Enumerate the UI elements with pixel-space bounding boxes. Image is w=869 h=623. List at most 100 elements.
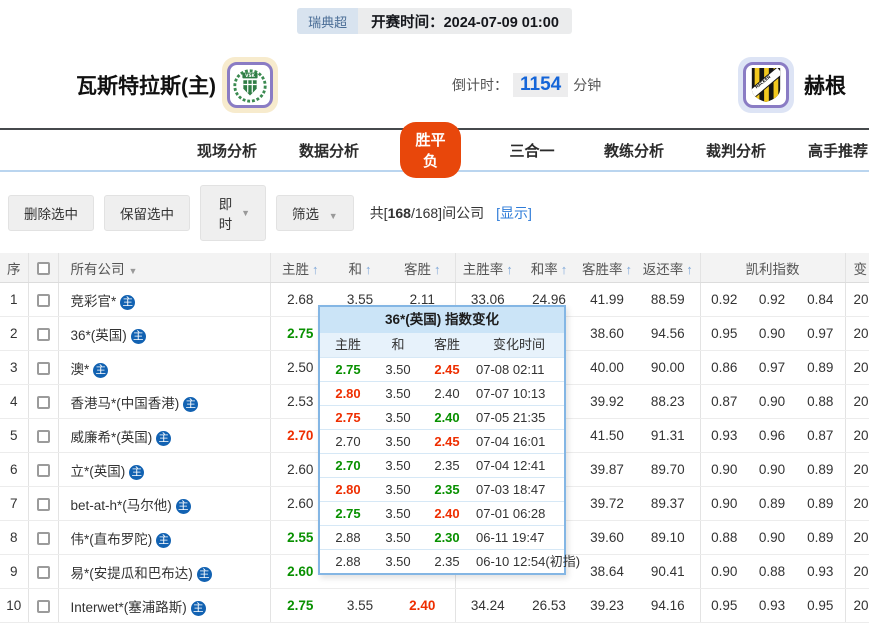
away-team-logo: HACKEN	[738, 57, 794, 113]
draw-odds[interactable]: 3.55	[330, 589, 390, 623]
company-name[interactable]: 澳*主	[58, 351, 270, 385]
return-rate: 89.70	[636, 453, 700, 487]
row-checkbox[interactable]	[37, 328, 50, 341]
col-away-odds[interactable]: 客胜↑	[390, 253, 455, 283]
row-checkbox-cell	[28, 317, 58, 351]
kelly-draw: 0.90	[748, 385, 796, 419]
company-name[interactable]: bet-at-h*(马尔他)主	[58, 487, 270, 521]
kelly-home: 0.87	[700, 385, 748, 419]
row-index: 5	[0, 419, 28, 453]
row-checkbox[interactable]	[37, 566, 50, 579]
popup-away-odds: 2.35	[420, 550, 474, 573]
popup-row: 2.70 3.50 2.35 07-04 12:41	[320, 453, 564, 477]
change-time: 20	[845, 351, 869, 385]
countdown-unit: 分钟	[573, 75, 601, 95]
row-checkbox[interactable]	[37, 362, 50, 375]
show-link[interactable]: [显示]	[496, 203, 532, 223]
row-checkbox[interactable]	[37, 600, 50, 613]
kelly-home: 0.88	[700, 521, 748, 555]
tab-data[interactable]: 数据分析	[298, 140, 360, 161]
row-checkbox[interactable]	[37, 532, 50, 545]
draw-rate: 26.53	[520, 589, 578, 623]
company-name[interactable]: 香港马*(中国香港)主	[58, 385, 270, 419]
row-index: 7	[0, 487, 28, 521]
company-count-shown: 168	[388, 205, 411, 221]
company-name[interactable]: 立*(英国)主	[58, 453, 270, 487]
away-win-rate: 38.60	[578, 317, 636, 351]
popup-col-time: 变化时间	[474, 333, 564, 357]
company-name[interactable]: Interwet*(塞浦路斯)主	[58, 589, 270, 623]
col-home-rate[interactable]: 主胜率↑	[455, 253, 520, 283]
col-away-rate[interactable]: 客胜率↑	[578, 253, 636, 283]
select-all-checkbox[interactable]	[37, 262, 50, 275]
keep-selected-button[interactable]: 保留选中	[104, 195, 190, 231]
filter-dropdown[interactable]: 筛选 ▼	[276, 195, 354, 231]
countdown: 倒计时： 1154 分钟	[452, 73, 601, 97]
company-name[interactable]: 36*(英国)主	[58, 317, 270, 351]
popup-draw-odds: 3.50	[376, 478, 420, 501]
popup-row: 2.75 3.50 2.45 07-08 02:11	[320, 357, 564, 381]
kelly-draw: 0.88	[748, 555, 796, 589]
row-checkbox[interactable]	[37, 464, 50, 477]
kelly-away: 0.93	[796, 555, 845, 589]
away-crest-icon: HACKEN	[749, 66, 783, 104]
tab-live[interactable]: 现场分析	[196, 140, 258, 161]
popup-home-odds: 2.70	[320, 430, 376, 453]
odds-change-popup: 36*(英国) 指数变化 主胜 和 客胜 变化时间 2.75 3.50 2.45…	[318, 305, 566, 575]
away-odds[interactable]: 2.40	[390, 589, 455, 623]
popup-home-odds: 2.88	[320, 526, 376, 549]
kelly-away: 0.84	[796, 283, 845, 317]
company-name[interactable]: 伟*(直布罗陀)主	[58, 521, 270, 555]
row-checkbox[interactable]	[37, 430, 50, 443]
row-checkbox-cell	[28, 589, 58, 623]
tab-referee[interactable]: 裁判分析	[705, 140, 767, 161]
row-index: 9	[0, 555, 28, 589]
kickoff-time: 开赛时间：2024-07-09 01:00	[358, 8, 572, 34]
row-checkbox[interactable]	[37, 396, 50, 409]
col-home-odds[interactable]: 主胜↑	[270, 253, 330, 283]
tab-expert[interactable]: 高手推荐	[807, 140, 869, 161]
col-seq: 序	[0, 253, 28, 283]
kelly-away: 0.89	[796, 453, 845, 487]
home-badge-icon: 主	[120, 295, 135, 310]
kelly-home: 0.95	[700, 589, 748, 623]
home-badge-icon: 主	[129, 465, 144, 480]
popup-draw-odds: 3.50	[376, 550, 420, 573]
away-win-rate: 39.87	[578, 453, 636, 487]
away-win-rate: 38.64	[578, 555, 636, 589]
popup-col-draw: 和	[376, 333, 420, 357]
kelly-home: 0.93	[700, 419, 748, 453]
kelly-home: 0.95	[700, 317, 748, 351]
col-company[interactable]: 所有公司▼	[58, 253, 270, 283]
popup-change-time: 07-04 16:01	[474, 430, 564, 453]
company-name[interactable]: 威廉希*(英国)主	[58, 419, 270, 453]
col-return-rate[interactable]: 返还率↑	[636, 253, 700, 283]
col-draw-rate[interactable]: 和率↑	[520, 253, 578, 283]
tab-coach[interactable]: 教练分析	[603, 140, 665, 161]
sort-asc-icon: ↑	[686, 262, 693, 277]
return-rate: 94.56	[636, 317, 700, 351]
popup-draw-odds: 3.50	[376, 382, 420, 405]
row-checkbox[interactable]	[37, 294, 50, 307]
return-rate: 90.41	[636, 555, 700, 589]
popup-change-time: 07-07 10:13	[474, 382, 564, 405]
home-odds[interactable]: 2.75	[270, 589, 330, 623]
instant-dropdown[interactable]: 即时 ▼	[200, 185, 266, 241]
away-win-rate: 39.23	[578, 589, 636, 623]
company-name[interactable]: 竞彩官*主	[58, 283, 270, 317]
tab-odds[interactable]: 胜平负	[400, 122, 461, 178]
row-checkbox[interactable]	[37, 498, 50, 511]
tab-three-in-one[interactable]: 三合一	[501, 140, 563, 161]
popup-col-home: 主胜	[320, 333, 376, 357]
row-checkbox-cell	[28, 521, 58, 555]
change-time: 20	[845, 385, 869, 419]
change-time: 20	[845, 283, 869, 317]
teams-section: 瓦斯特拉斯(主) VSK 倒计时： 1154 分钟	[0, 46, 869, 124]
sort-asc-icon: ↑	[365, 262, 372, 277]
col-draw-odds[interactable]: 和↑	[330, 253, 390, 283]
company-name[interactable]: 易*(安提瓜和巴布达)主	[58, 555, 270, 589]
popup-draw-odds: 3.50	[376, 430, 420, 453]
popup-title: 36*(英国) 指数变化	[320, 307, 564, 333]
delete-selected-button[interactable]: 删除选中	[8, 195, 94, 231]
row-checkbox-cell	[28, 385, 58, 419]
